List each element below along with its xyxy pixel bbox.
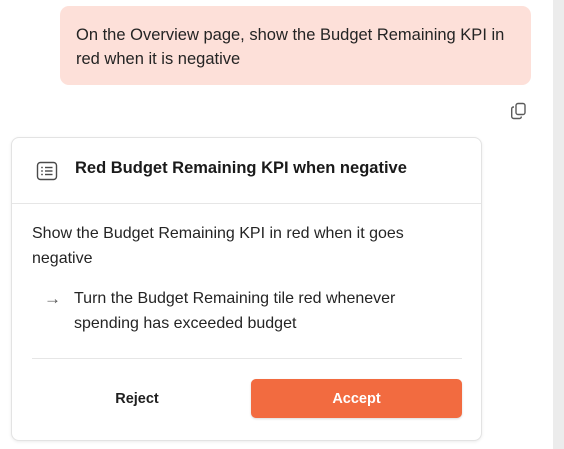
list-icon xyxy=(36,161,58,181)
plan-step: → Turn the Budget Remaining tile red whe… xyxy=(44,286,454,336)
scrollbar-track[interactable] xyxy=(553,0,564,449)
plan-card: Red Budget Remaining KPI when negative S… xyxy=(11,137,482,441)
user-message-bubble: On the Overview page, show the Budget Re… xyxy=(60,6,531,85)
divider xyxy=(32,358,462,359)
plan-card-header: Red Budget Remaining KPI when negative xyxy=(12,138,481,204)
copy-button[interactable] xyxy=(508,100,530,122)
arrow-right-icon: → xyxy=(44,289,61,308)
accept-button[interactable]: Accept xyxy=(251,379,462,418)
copy-icon xyxy=(511,102,526,120)
plan-summary: Show the Budget Remaining KPI in red whe… xyxy=(32,225,404,267)
user-message-text: On the Overview page, show the Budget Re… xyxy=(76,26,505,68)
plan-step-text: Turn the Budget Remaining tile red whene… xyxy=(74,290,396,332)
plan-card-title: Red Budget Remaining KPI when negative xyxy=(75,159,407,177)
reject-button[interactable]: Reject xyxy=(32,380,242,418)
